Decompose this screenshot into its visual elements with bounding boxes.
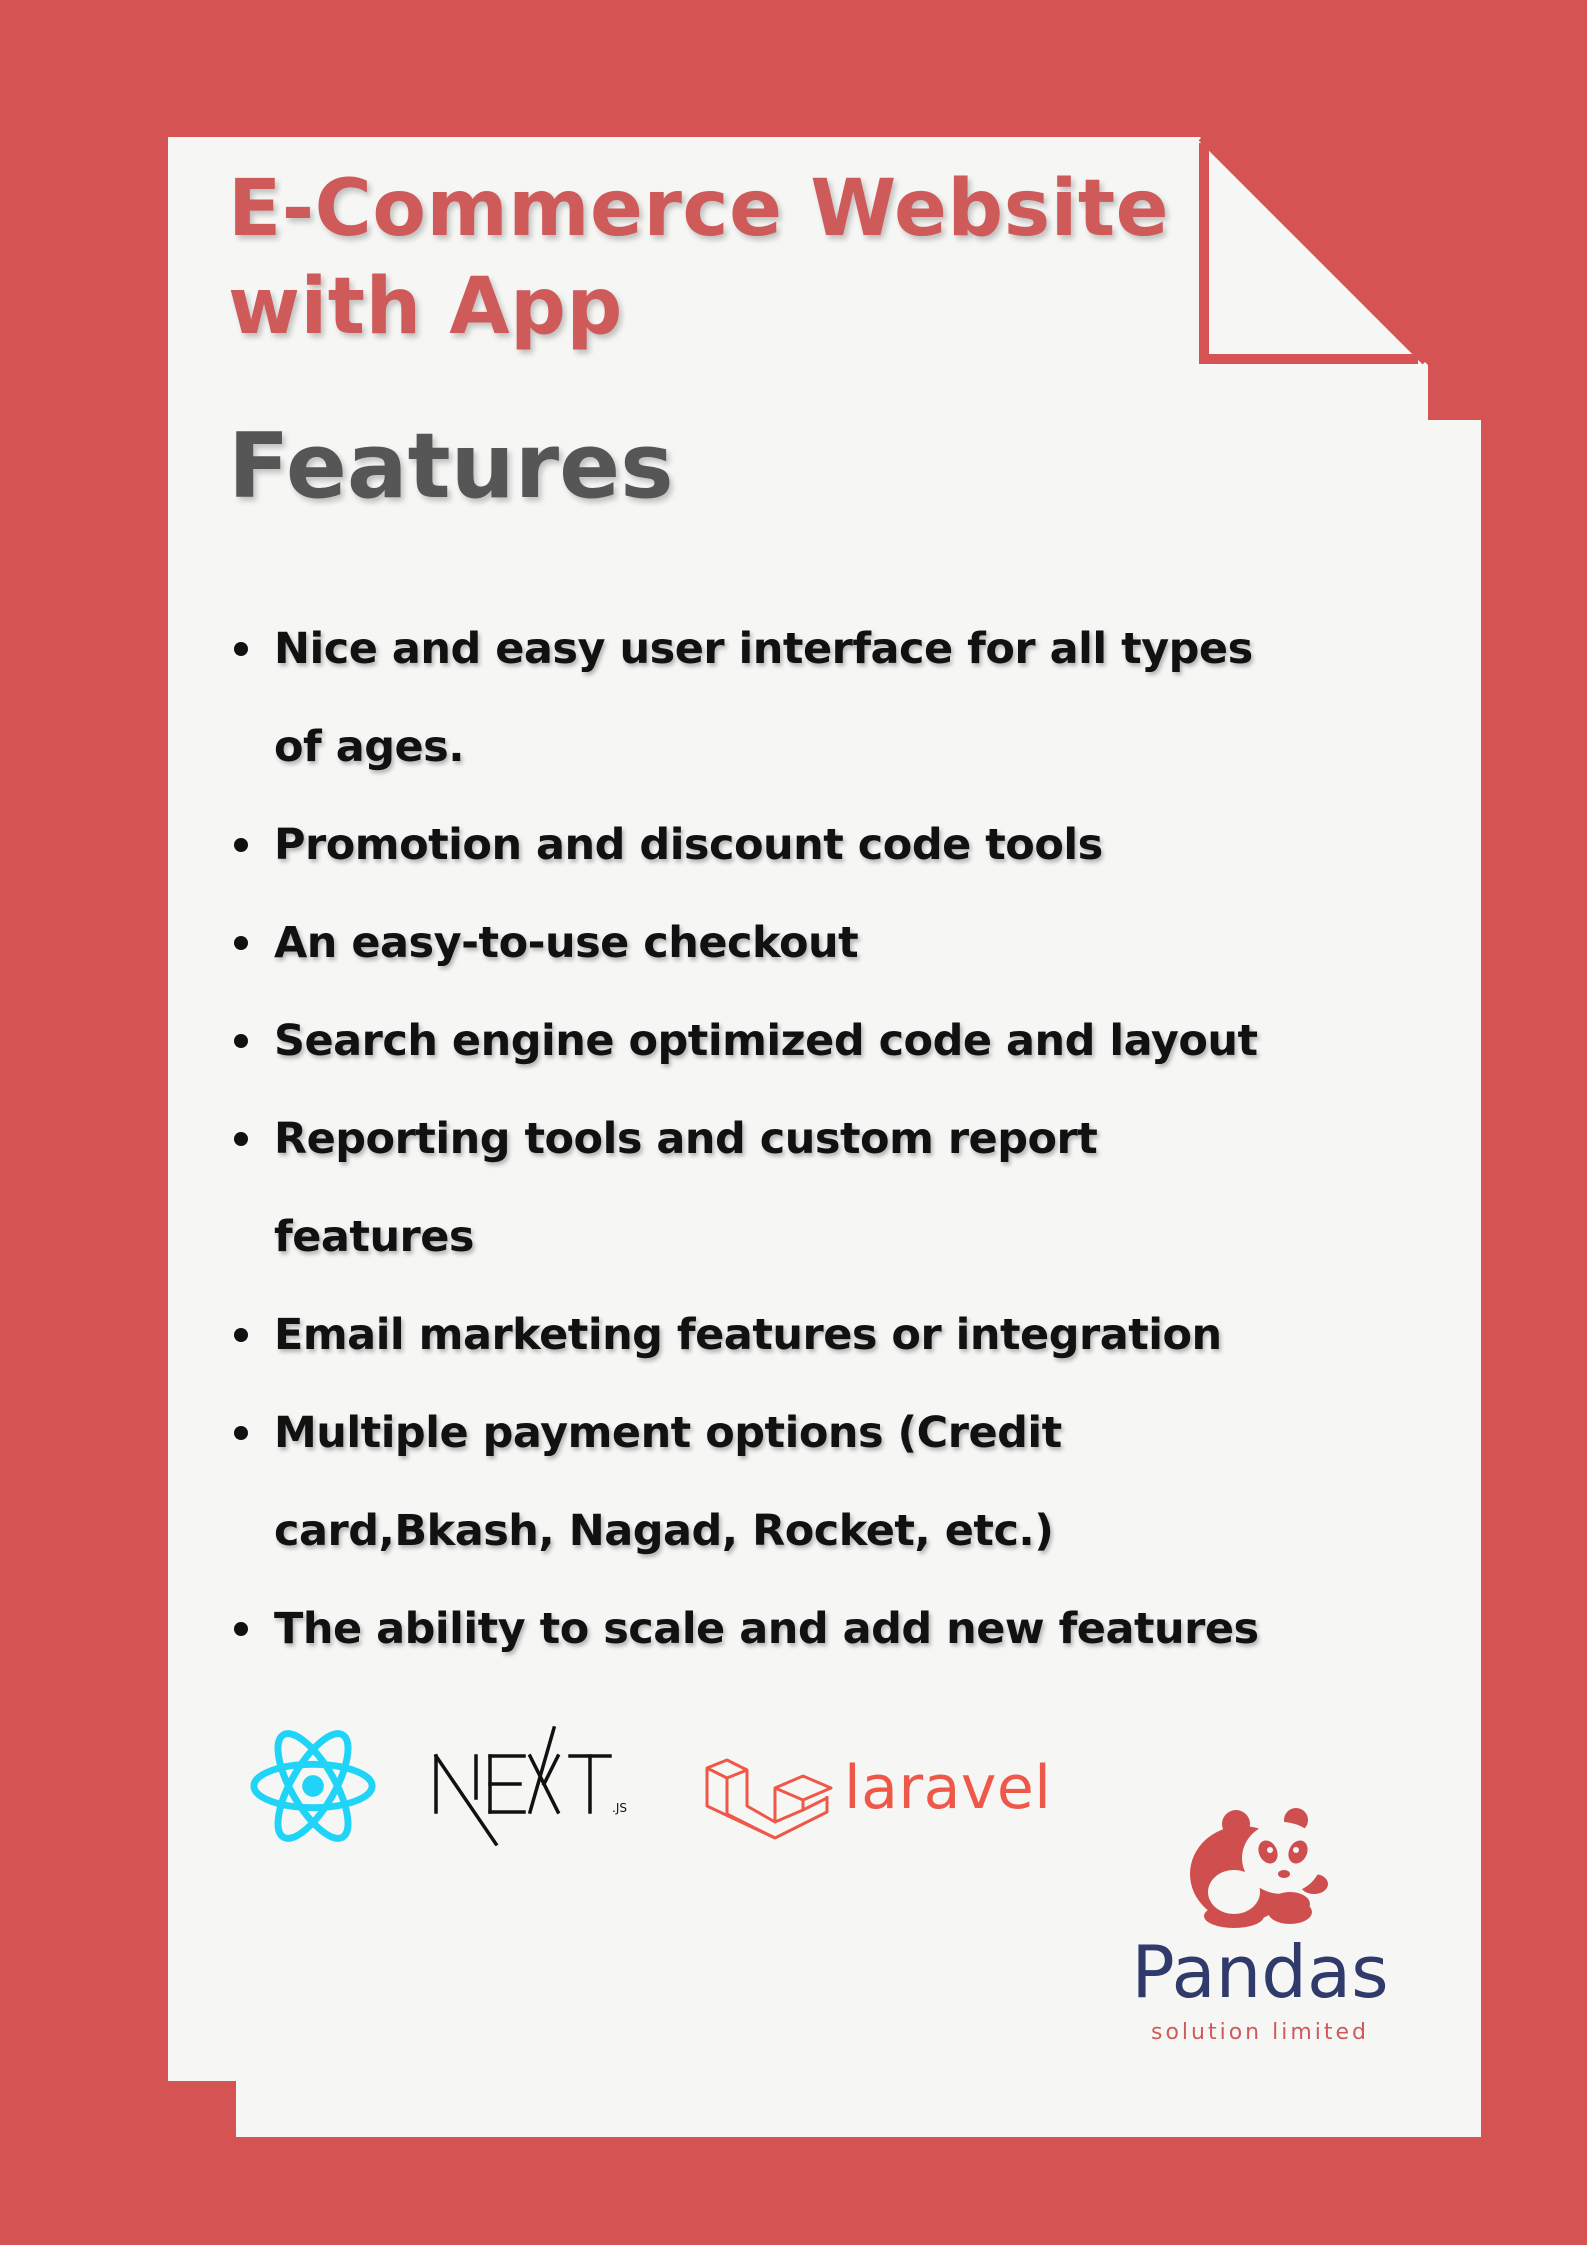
page-fold-corner [1198,137,1426,365]
bullet-icon [234,1034,248,1048]
feature-item: Multiple payment options (Credit card,Bk… [230,1384,1310,1580]
feature-item: Reporting tools and custom report featur… [230,1090,1310,1286]
brand-name: Pandas [1131,1930,1389,2014]
laravel-icon [705,1758,833,1840]
feature-item: Email marketing features or integration [230,1286,1310,1384]
laravel-wordmark: laravel [844,1753,1052,1823]
nextjs-subscript: .JS [612,1801,627,1815]
feature-item: The ability to scale and add new feature… [230,1580,1310,1678]
bullet-icon [234,838,248,852]
bullet-icon [234,1328,248,1342]
features-heading: Features [228,414,674,519]
nextjs-icon: .JS [433,1726,627,1846]
react-icon [250,1730,376,1842]
panda-icon [1190,1808,1328,1928]
feature-list: Nice and easy user interface for all typ… [230,600,1310,1678]
brand-subtitle: solution limited [1150,2020,1369,2045]
tech-logos: .JS laravel [248,1720,1052,1850]
bullet-icon [234,642,248,656]
document-title: E-Commerce Website with App [228,164,1170,352]
feature-item: An easy-to-use checkout [230,894,1310,992]
bullet-icon [234,936,248,950]
feature-item: Search engine optimized code and layout [230,992,1310,1090]
bullet-icon [234,1132,248,1146]
bullet-icon [234,1426,248,1440]
feature-item: Nice and easy user interface for all typ… [230,600,1310,796]
bullet-icon [234,1622,248,1636]
feature-item: Promotion and discount code tools [230,796,1310,894]
